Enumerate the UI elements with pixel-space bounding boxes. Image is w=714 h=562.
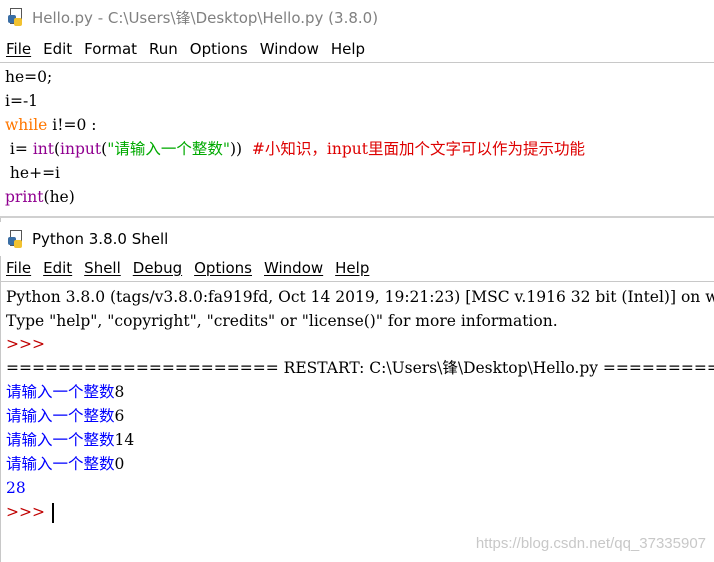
stdin-value: 0 (114, 455, 125, 473)
editor-menu-file[interactable]: File (6, 40, 31, 58)
code-comment: #小知识，input里面加个文字可以作为提示功能 (251, 140, 585, 158)
editor-window-title: Hello.py - C:\Users\锋\Desktop\Hello.py (… (32, 8, 379, 27)
editor-menubar: File Edit Format Run Options Window Help (0, 36, 714, 62)
stdin-line: 请输入一个整数6 (6, 404, 124, 428)
result-output: 28 (6, 479, 26, 497)
code-line-1[interactable]: he=0; (5, 65, 52, 89)
code-text: i!=0 : (47, 116, 97, 134)
builtin-print: print (5, 188, 44, 206)
editor-text-area[interactable]: he=0; i=-1 while i!=0 : i= int(input("请输… (0, 63, 714, 216)
code-text: i= (5, 140, 33, 158)
stdout-prompt: 请输入一个整数 (6, 407, 115, 425)
editor-menu-run[interactable]: Run (149, 40, 178, 58)
stdin-value: 8 (114, 383, 125, 401)
shell-text-area[interactable]: Python 3.8.0 (tags/v3.8.0:fa919fd, Oct 1… (1, 282, 714, 562)
shell-menu-help[interactable]: Help (335, 259, 369, 277)
builtin-input: input (60, 140, 102, 158)
shell-menu-window[interactable]: Window (264, 259, 323, 277)
shell-window-title: Python 3.8.0 Shell (32, 230, 169, 248)
banner-line-2: Type "help", "copyright", "credits" or "… (6, 312, 558, 330)
stdout-prompt: 请输入一个整数 (6, 431, 115, 449)
stdin-value: 6 (114, 407, 125, 425)
python-file-icon (8, 8, 26, 26)
shell-menu-options[interactable]: Options (194, 259, 252, 277)
editor-menu-options[interactable]: Options (190, 40, 248, 58)
code-line-5[interactable]: he+=i (5, 161, 60, 185)
shell-menu-edit[interactable]: Edit (43, 259, 72, 277)
editor-menu-window[interactable]: Window (260, 40, 319, 58)
builtin-int: int (32, 140, 54, 158)
shell-menubar: File Edit Shell Debug Options Window Hel… (0, 255, 714, 281)
python-shell-icon (8, 230, 26, 248)
shell-titlebar: Python 3.8.0 Shell (0, 222, 714, 256)
code-line-2[interactable]: i=-1 (5, 89, 38, 113)
shell-prompt: >>> (6, 503, 50, 521)
stdout-prompt: 请输入一个整数 (6, 455, 115, 473)
shell-menu-debug[interactable]: Debug (133, 259, 182, 277)
code-text: (he) (43, 188, 75, 206)
code-line-3[interactable]: while i!=0 : (5, 113, 96, 137)
text-caret (51, 503, 54, 523)
code-text: )) (229, 140, 252, 158)
shell-menu-file[interactable]: File (6, 259, 31, 277)
banner-line-1: Python 3.8.0 (tags/v3.8.0:fa919fd, Oct 1… (6, 288, 714, 306)
editor-menu-edit[interactable]: Edit (43, 40, 72, 58)
code-line-4[interactable]: i= int(input("请输入一个整数")) #小知识，input里面加个文… (5, 137, 585, 161)
shell-input-line[interactable]: >>> (6, 500, 54, 524)
code-line-6[interactable]: print(he) (5, 185, 75, 209)
stdout-prompt: 请输入一个整数 (6, 383, 115, 401)
keyword-while: while (5, 116, 48, 134)
editor-menu-format[interactable]: Format (84, 40, 137, 58)
editor-menu-help[interactable]: Help (331, 40, 365, 58)
shell-prompt: >>> (6, 335, 50, 353)
stdin-line: 请输入一个整数0 (6, 452, 124, 476)
stdin-line: 请输入一个整数8 (6, 380, 124, 404)
string-literal: "请输入一个整数" (107, 140, 230, 158)
editor-titlebar: Hello.py - C:\Users\锋\Desktop\Hello.py (… (0, 0, 714, 34)
watermark-text: https://blog.csdn.net/qq_37335907 (475, 535, 706, 552)
restart-line: ===================== RESTART: C:\Users\… (6, 359, 714, 377)
stdin-line: 请输入一个整数14 (6, 428, 134, 452)
shell-menu-shell[interactable]: Shell (84, 259, 121, 277)
stdin-value: 14 (114, 431, 135, 449)
